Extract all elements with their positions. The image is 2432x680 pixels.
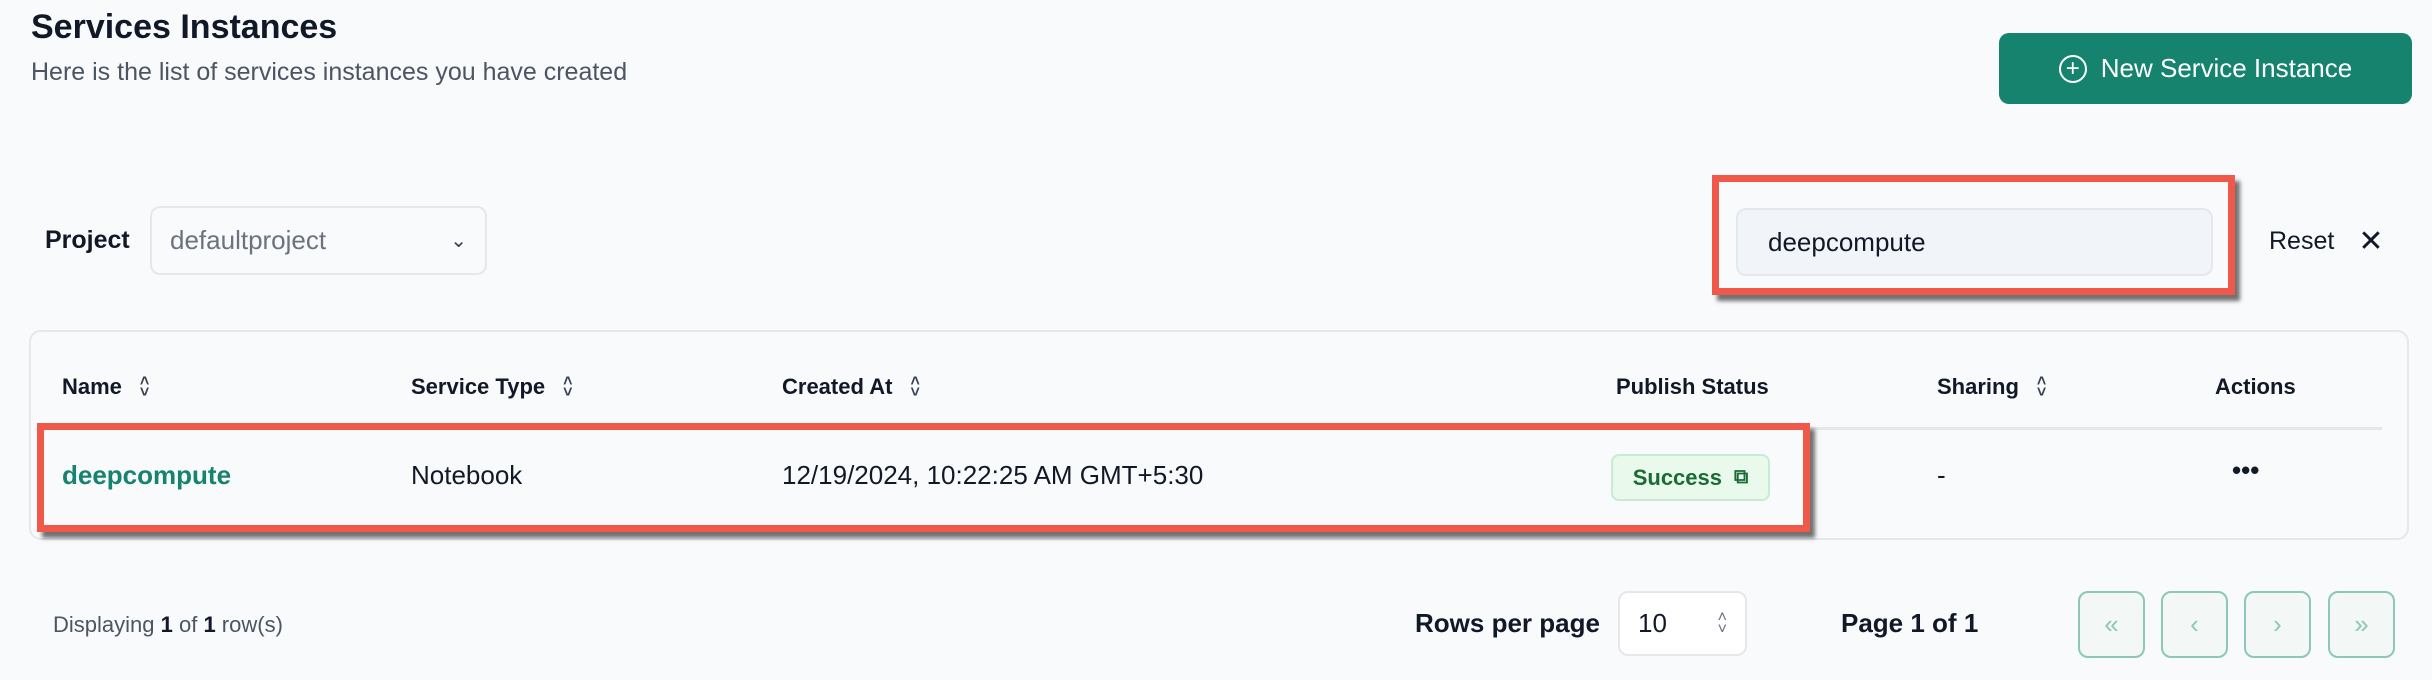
new-service-instance-button[interactable]: + New Service Instance <box>1999 33 2412 104</box>
column-header-created-at[interactable]: Created At ˄ ˅ <box>782 372 920 401</box>
updown-icon: ˄ ˅ <box>1717 609 1727 638</box>
prev-page-button[interactable]: ‹ <box>2161 591 2228 658</box>
rows-per-page-label: Rows per page <box>1415 608 1600 638</box>
page-title: Services Instances <box>31 8 338 46</box>
column-header-actions: Actions <box>2215 374 2296 400</box>
project-value: defaultproject <box>170 225 327 255</box>
reset-label: Reset <box>2269 227 2335 255</box>
page-info: Page 1 of 1 <box>1841 608 1979 638</box>
close-icon: ✕ <box>2358 225 2384 258</box>
header-label: Publish Status <box>1616 374 1769 399</box>
text: Displaying <box>53 612 161 637</box>
external-link-icon: ⧉ <box>1734 466 1749 488</box>
new-button-label: New Service Instance <box>2100 53 2353 83</box>
project-label: Project <box>45 226 130 254</box>
chevrons-right-icon: » <box>2354 609 2369 639</box>
header-label: Service Type <box>411 374 546 399</box>
total-count: 1 <box>203 612 216 637</box>
header-label: Actions <box>2215 374 2296 399</box>
header-label: Name <box>62 374 122 399</box>
sort-icon: ˄ ˅ <box>139 372 150 401</box>
instance-name-link[interactable]: deepcompute <box>62 460 231 491</box>
last-page-button[interactable]: » <box>2328 591 2395 658</box>
chevron-left-icon: ‹ <box>2190 609 2199 639</box>
plus-circle-icon: + <box>2058 54 2087 83</box>
column-header-sharing[interactable]: Sharing ˄ ˅ <box>1937 372 2047 401</box>
column-header-service-type[interactable]: Service Type ˄ ˅ <box>411 372 573 401</box>
text: of <box>172 612 204 637</box>
first-page-button[interactable]: « <box>2078 591 2145 658</box>
project-select[interactable]: defaultproject ⌄ <box>150 206 487 275</box>
created-at-cell: 12/19/2024, 10:22:25 AM GMT+5:30 <box>782 460 1204 490</box>
status-label: Success <box>1632 464 1722 490</box>
column-header-name[interactable]: Name ˄ ˅ <box>62 372 150 401</box>
rows-per-page-select[interactable]: 10 ˄ ˅ <box>1618 591 1747 656</box>
page-subtitle: Here is the list of services instances y… <box>31 58 628 86</box>
text: row(s) <box>215 612 283 637</box>
service-type-cell: Notebook <box>411 460 523 490</box>
column-header-publish-status: Publish Status <box>1616 374 1769 400</box>
header-label: Created At <box>782 374 893 399</box>
sort-icon: ˄ ˅ <box>2036 372 2047 401</box>
row-count-text: Displaying 1 of 1 row(s) <box>53 612 283 638</box>
rows-per-page-value: 10 <box>1638 608 1667 638</box>
search-input[interactable] <box>1736 208 2213 276</box>
sharing-cell: - <box>1937 460 1946 490</box>
sort-icon: ˄ ˅ <box>563 372 573 401</box>
more-actions-icon[interactable]: ••• <box>2232 455 2259 486</box>
shown-count: 1 <box>160 612 173 637</box>
next-page-button[interactable]: › <box>2244 591 2311 658</box>
header-label: Sharing <box>1937 374 2019 399</box>
publish-status-badge[interactable]: Success ⧉ <box>1611 454 1770 501</box>
sort-icon: ˄ ˅ <box>910 372 920 401</box>
reset-button[interactable]: Reset ✕ <box>2269 224 2383 259</box>
chevrons-left-icon: « <box>2104 609 2119 639</box>
chevron-right-icon: › <box>2273 609 2282 639</box>
chevron-down-icon: ⌄ <box>450 230 467 252</box>
